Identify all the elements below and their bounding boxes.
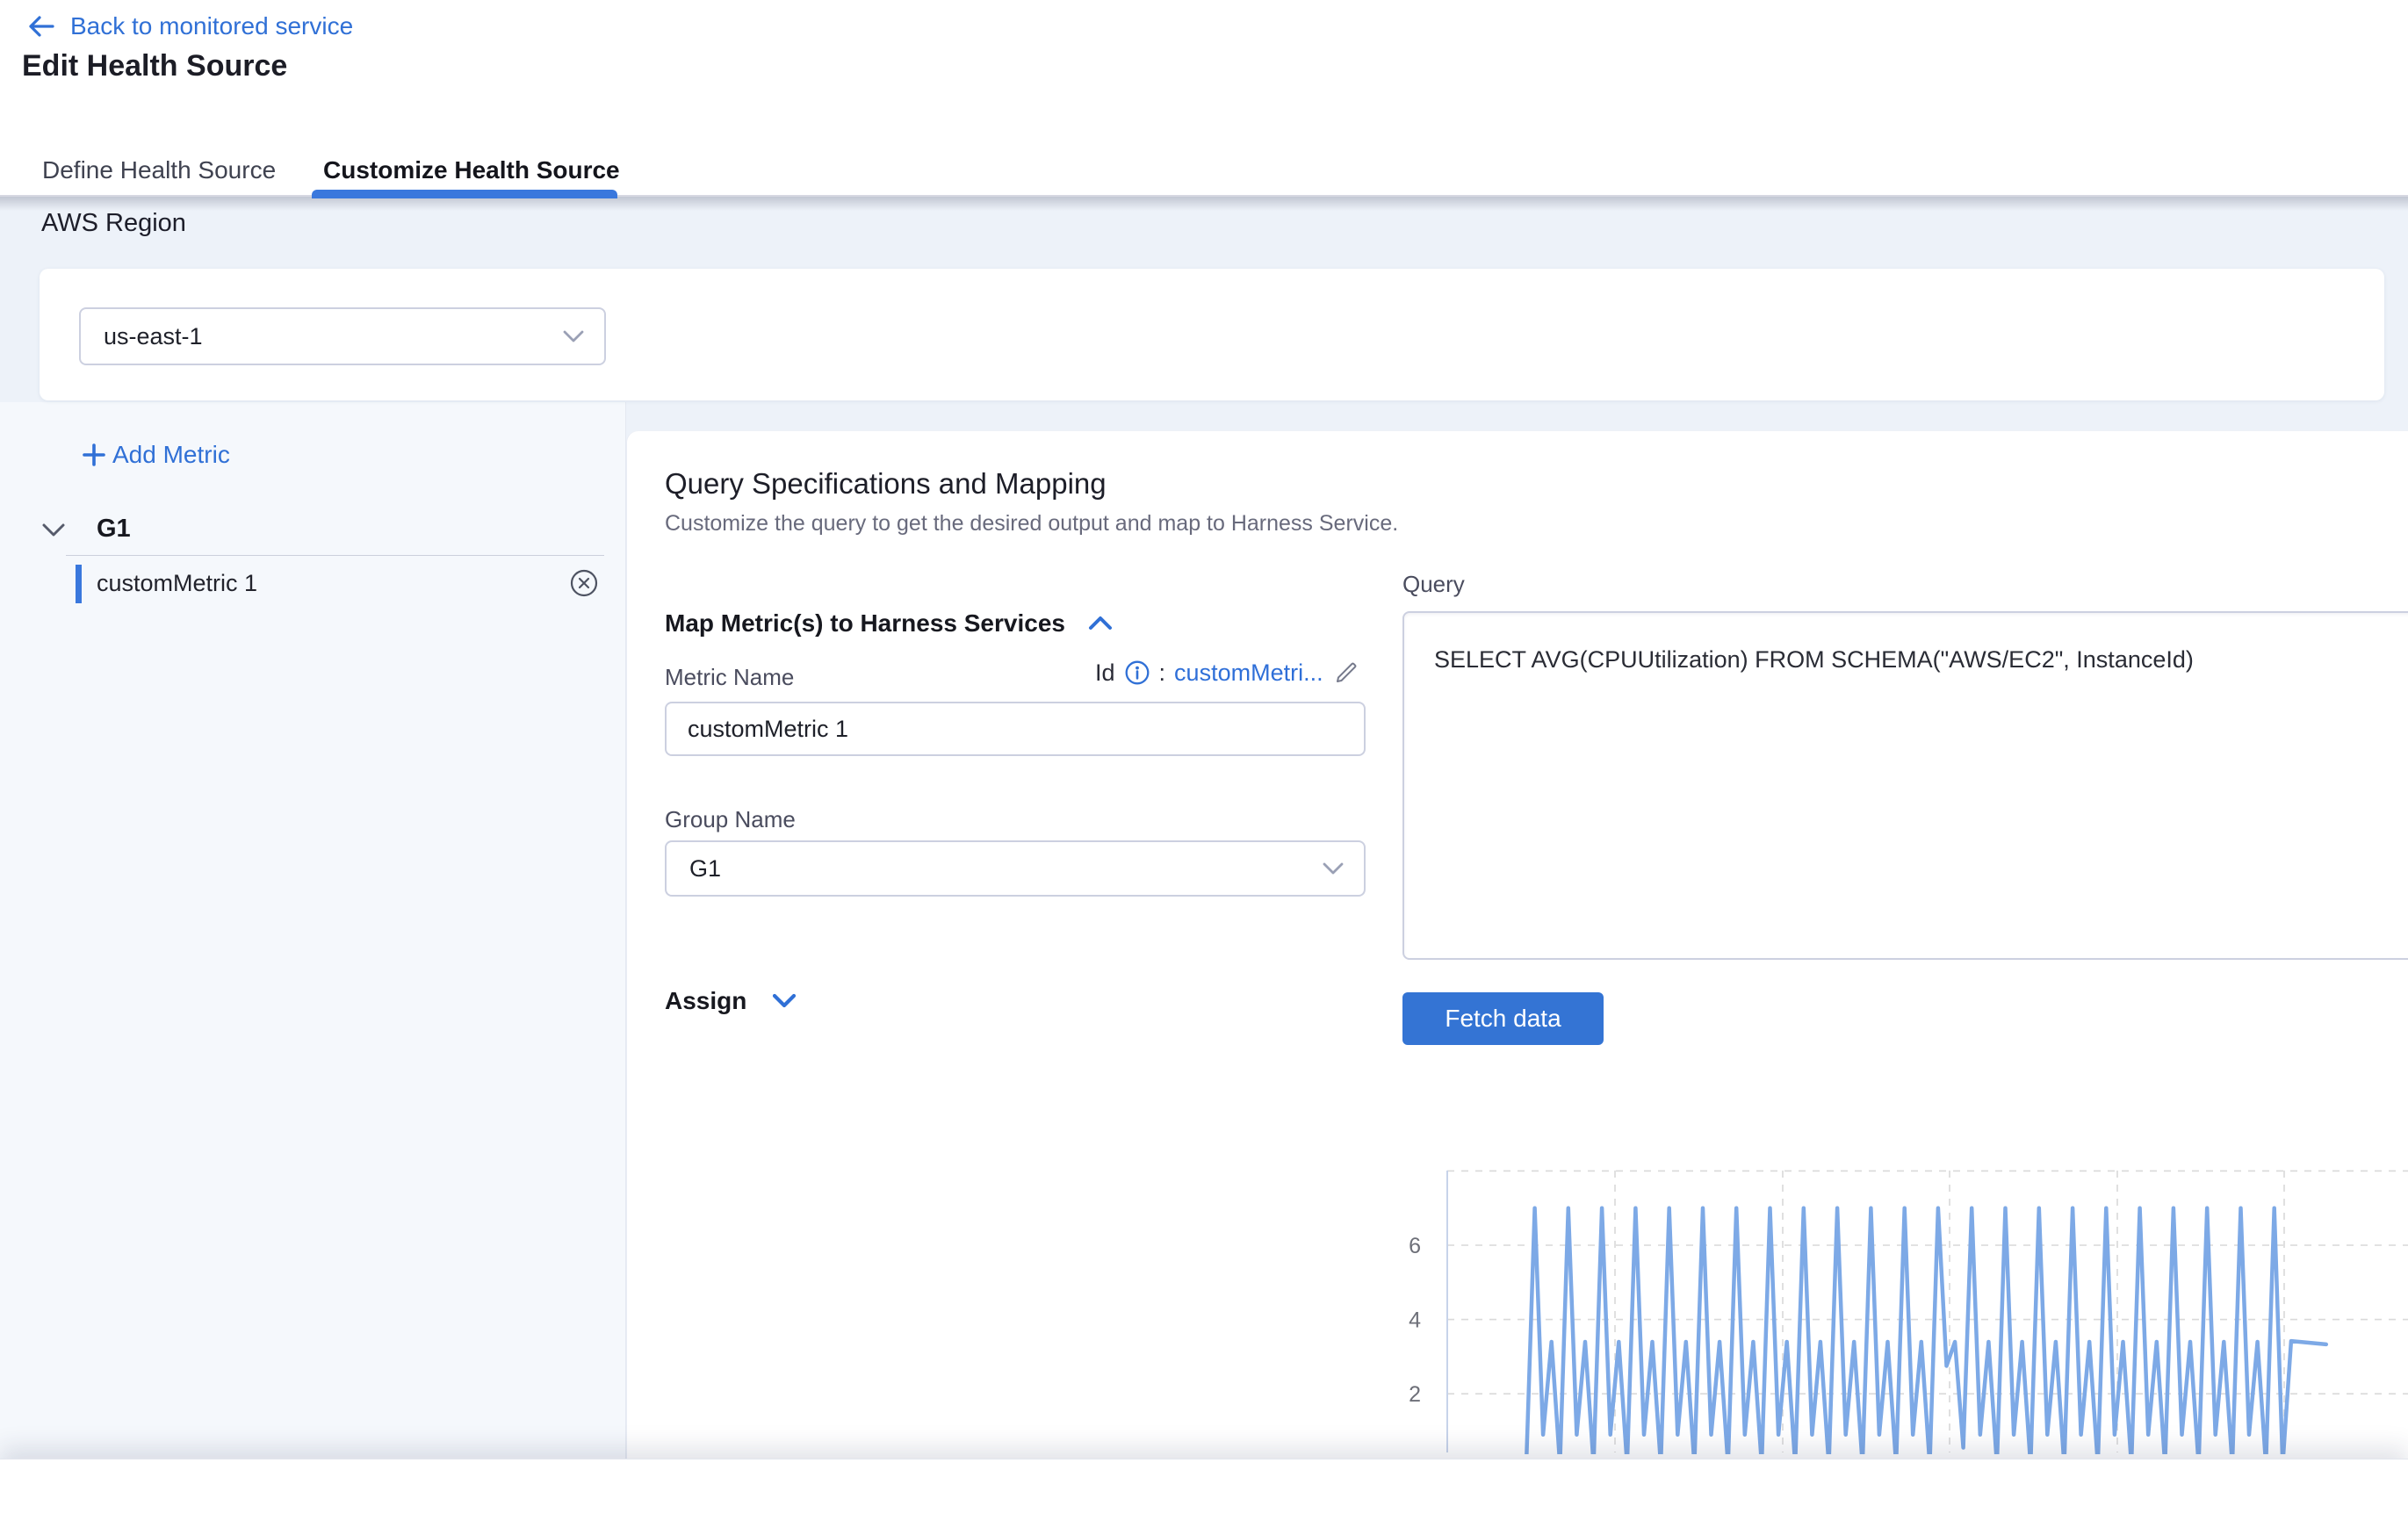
group-name-select[interactable]: G1 bbox=[665, 840, 1366, 897]
id-separator: : bbox=[1159, 659, 1166, 687]
metric-list-item[interactable]: customMetric 1 bbox=[66, 563, 615, 605]
plus-icon bbox=[81, 442, 107, 468]
back-link[interactable]: Back to monitored service bbox=[26, 12, 353, 40]
aws-region-select[interactable]: us-east-1 bbox=[79, 307, 606, 365]
chevron-down-icon bbox=[562, 329, 585, 343]
assign-section-label: Assign bbox=[665, 987, 746, 1015]
aws-region-value: us-east-1 bbox=[104, 323, 203, 350]
aws-region-label: AWS Region bbox=[41, 209, 186, 238]
svg-text:4: 4 bbox=[1409, 1308, 1421, 1333]
selected-indicator-bar bbox=[76, 565, 82, 603]
add-metric-button[interactable]: Add Metric bbox=[81, 441, 230, 469]
line-chart: 2 4 6 bbox=[1396, 1138, 2408, 1454]
metric-name-value: customMetric 1 bbox=[688, 716, 848, 743]
tab-customize-health-source[interactable]: Customize Health Source bbox=[323, 156, 620, 184]
add-metric-label: Add Metric bbox=[112, 441, 230, 469]
active-tab-underline bbox=[312, 190, 617, 198]
metric-name-input[interactable]: customMetric 1 bbox=[665, 702, 1366, 756]
header-shadow bbox=[0, 197, 2408, 211]
group-name-value: G1 bbox=[689, 855, 721, 883]
group-name-label: Group Name bbox=[665, 806, 796, 833]
metric-id-link[interactable]: customMetri... bbox=[1174, 659, 1323, 687]
edit-pencil-icon[interactable] bbox=[1332, 659, 1360, 687]
back-arrow-icon bbox=[26, 13, 56, 40]
query-text: SELECT AVG(CPUUtilization) FROM SCHEMA("… bbox=[1434, 646, 2393, 674]
svg-text:6: 6 bbox=[1409, 1234, 1421, 1258]
metric-preview-chart: 2 4 6 bbox=[1396, 1138, 2408, 1454]
group-divider bbox=[66, 555, 604, 556]
edit-health-source-page: Back to monitored service Edit Health So… bbox=[0, 0, 2408, 1535]
remove-metric-icon[interactable] bbox=[569, 568, 599, 598]
query-input[interactable]: SELECT AVG(CPUUtilization) FROM SCHEMA("… bbox=[1402, 611, 2408, 960]
metric-name-label: Metric Name bbox=[665, 664, 794, 691]
chevron-down-icon bbox=[1322, 861, 1345, 876]
fetch-data-button[interactable]: Fetch data bbox=[1402, 992, 1604, 1045]
group-chevron-down-icon[interactable] bbox=[40, 522, 67, 539]
metric-group-label[interactable]: G1 bbox=[97, 515, 131, 544]
sidebar-background bbox=[0, 402, 626, 1459]
panel-subheading: Customize the query to get the desired o… bbox=[665, 511, 1398, 537]
info-icon[interactable] bbox=[1124, 659, 1150, 686]
tab-define-health-source[interactable]: Define Health Source bbox=[42, 156, 276, 184]
collapse-chevron-up-icon[interactable] bbox=[1086, 614, 1114, 633]
panel-heading: Query Specifications and Mapping bbox=[665, 467, 1107, 501]
back-link-label: Back to monitored service bbox=[70, 12, 353, 40]
expand-chevron-down-icon[interactable] bbox=[769, 991, 799, 1012]
svg-text:2: 2 bbox=[1409, 1382, 1421, 1407]
query-label: Query bbox=[1402, 571, 1465, 598]
footer-bar bbox=[0, 1459, 2408, 1535]
metric-item-label: customMetric 1 bbox=[97, 570, 257, 597]
page-title: Edit Health Source bbox=[22, 49, 287, 83]
id-label: Id bbox=[1095, 659, 1115, 687]
map-metrics-section-label: Map Metric(s) to Harness Services bbox=[665, 609, 1065, 638]
page-header: Back to monitored service Edit Health So… bbox=[0, 0, 2408, 197]
